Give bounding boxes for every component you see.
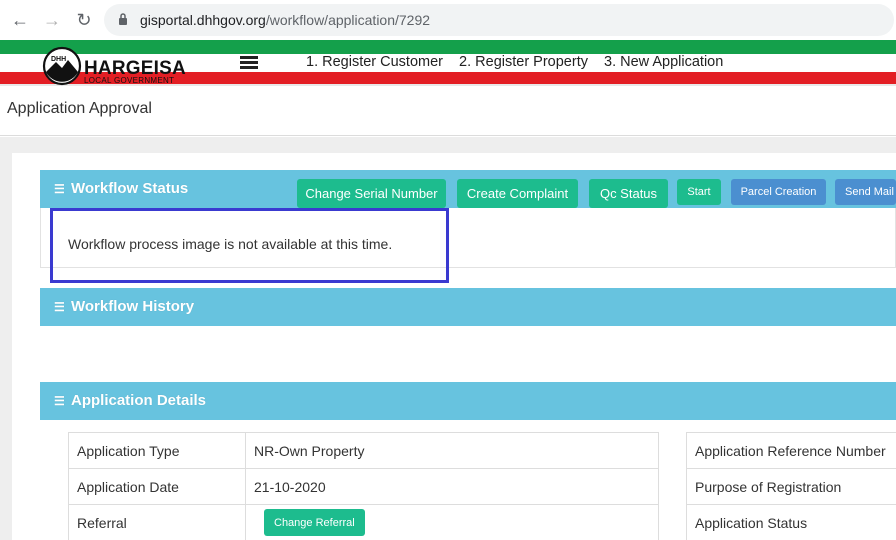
nav-register-property[interactable]: 2. Register Property bbox=[459, 54, 588, 70]
row-value: Change Referral bbox=[245, 504, 659, 540]
row-label: Referral bbox=[68, 504, 246, 540]
app-header: DHH HARGEISA LOCAL GOVERNMENT 1. Registe… bbox=[0, 40, 896, 86]
top-navigation: 1. Register Customer 2. Register Propert… bbox=[306, 54, 735, 70]
page-title-bar: Application Approval bbox=[0, 86, 896, 136]
row-label: Application Reference Number bbox=[686, 432, 896, 469]
nav-new-application[interactable]: 3. New Application bbox=[604, 54, 723, 70]
reload-icon[interactable]: ↻ bbox=[73, 9, 95, 31]
start-button[interactable]: Start bbox=[677, 179, 721, 205]
application-details-table: Application Type NR-Own Property Applica… bbox=[68, 432, 659, 540]
menu-hamburger-icon[interactable] bbox=[240, 56, 258, 70]
page-title: Application Approval bbox=[7, 100, 152, 117]
nav-register-customer[interactable]: 1. Register Customer bbox=[306, 54, 443, 70]
change-referral-button[interactable]: Change Referral bbox=[264, 509, 365, 536]
row-label: Application Status bbox=[686, 504, 896, 540]
list-icon: ☰ bbox=[54, 300, 65, 314]
row-label: Application Type bbox=[68, 432, 246, 469]
hargeisa-logo[interactable]: DHH HARGEISA LOCAL GOVERNMENT bbox=[42, 46, 186, 86]
list-icon: ☰ bbox=[54, 182, 65, 196]
row-value: 21-10-2020 bbox=[245, 468, 659, 505]
table-row: Application Type NR-Own Property bbox=[68, 432, 659, 469]
row-label: Application Date bbox=[68, 468, 246, 505]
lock-icon bbox=[119, 13, 127, 25]
row-label: Purpose of Registration bbox=[686, 468, 896, 505]
application-details-header[interactable]: ☰ Application Details bbox=[40, 382, 896, 420]
table-row: Application Status bbox=[686, 504, 896, 540]
qc-status-button[interactable]: Qc Status bbox=[589, 179, 668, 208]
list-icon: ☰ bbox=[54, 394, 65, 408]
row-value: NR-Own Property bbox=[245, 432, 659, 469]
browser-toolbar: ← → ↻ gisportal.dhhgov.org/workflow/appl… bbox=[0, 0, 896, 40]
change-serial-number-button[interactable]: Change Serial Number bbox=[297, 179, 446, 208]
logo-subtitle: LOCAL GOVERNMENT bbox=[84, 76, 175, 85]
logo-letters: DHH bbox=[51, 56, 66, 63]
send-mail-button[interactable]: Send Mail bbox=[835, 179, 896, 205]
url-host: gisportal.dhhgov.org bbox=[140, 12, 266, 28]
logo-emblem-icon: DHH bbox=[42, 46, 82, 86]
forward-arrow-icon[interactable]: → bbox=[41, 9, 63, 31]
url-text[interactable]: gisportal.dhhgov.org/workflow/applicatio… bbox=[140, 12, 430, 28]
workflow-status-title: ☰ Workflow Status bbox=[54, 180, 189, 197]
back-arrow-icon[interactable]: ← bbox=[9, 9, 31, 31]
workflow-image-message: Workflow process image is not available … bbox=[68, 236, 393, 252]
table-row: Purpose of Registration bbox=[686, 468, 896, 505]
table-row: Application Reference Number bbox=[686, 432, 896, 469]
create-complaint-button[interactable]: Create Complaint bbox=[457, 179, 578, 208]
table-row: Application Date 21-10-2020 bbox=[68, 468, 659, 505]
parcel-creation-button[interactable]: Parcel Creation bbox=[731, 179, 826, 205]
workflow-history-title: ☰ Workflow History bbox=[54, 298, 195, 315]
application-details-title: ☰ Application Details bbox=[54, 392, 207, 409]
application-details-right-table: Application Reference Number Purpose of … bbox=[686, 432, 896, 540]
table-row: Referral Change Referral bbox=[68, 504, 659, 540]
url-path: /workflow/application/7292 bbox=[265, 12, 431, 28]
workflow-history-header[interactable]: ☰ Workflow History bbox=[40, 288, 896, 326]
